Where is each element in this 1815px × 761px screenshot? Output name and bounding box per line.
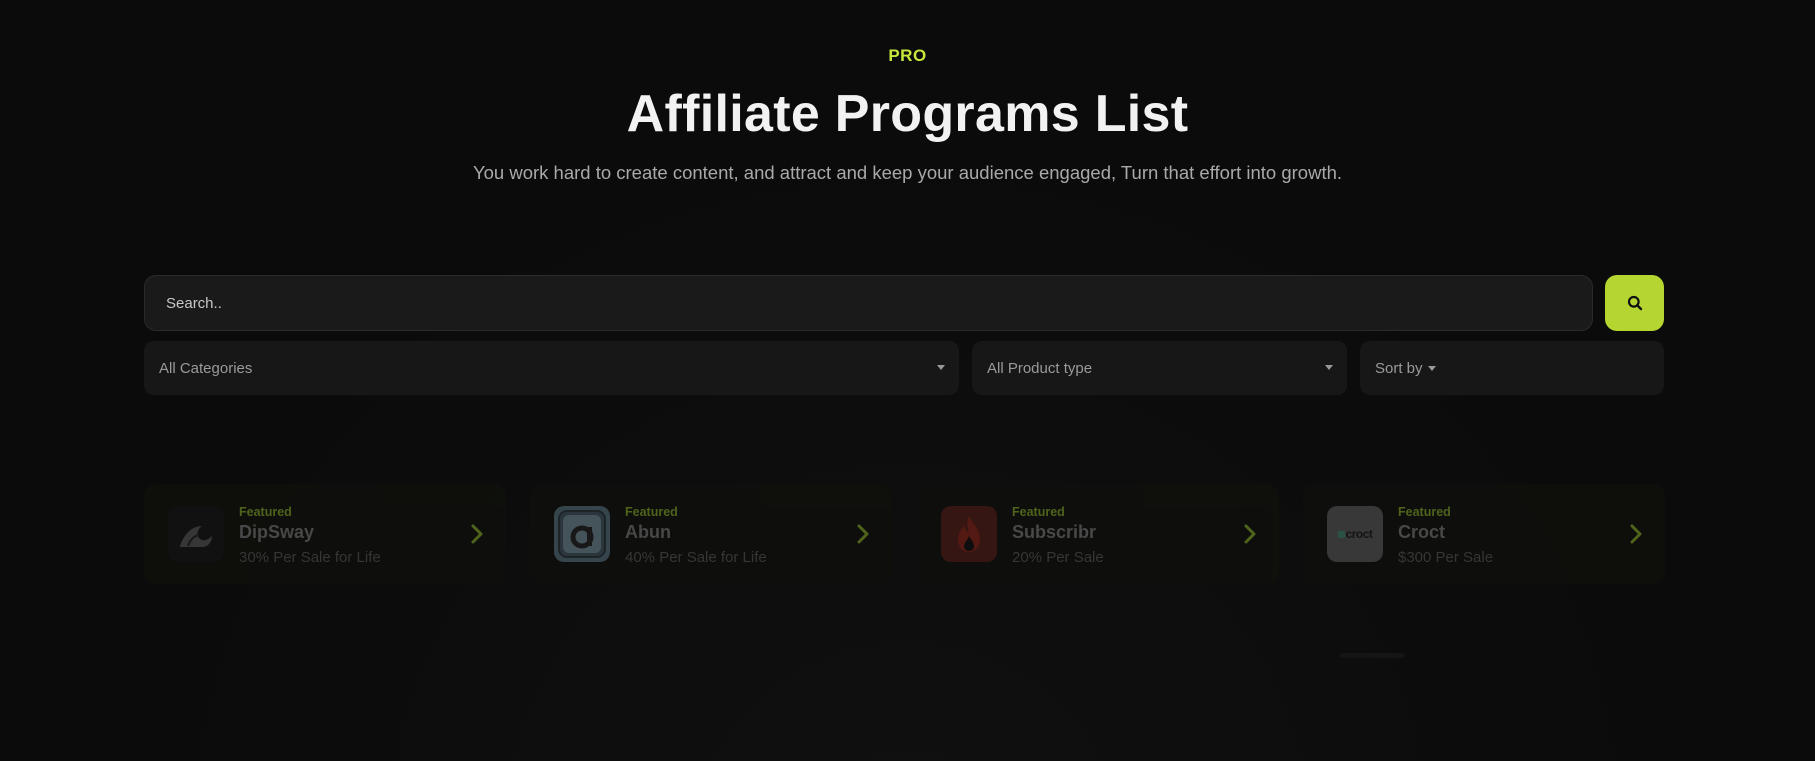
page-subtitle: You work hard to create content, and att… <box>472 162 1343 183</box>
program-commission: $300 Per Sale <box>1398 549 1494 566</box>
sort-by-select[interactable]: Sort by <box>1360 341 1664 395</box>
croct-logo-text: croct <box>1345 527 1373 541</box>
program-card-croct[interactable]: croct Featured Croct $300 Per Sale <box>1303 484 1665 584</box>
chevron-right-icon <box>1630 524 1642 544</box>
search-input[interactable] <box>144 275 1593 331</box>
letter-a-icon <box>554 506 610 562</box>
program-name: DipSway <box>239 522 315 542</box>
program-commission: 20% Per Sale <box>1012 549 1104 566</box>
product-type-select[interactable]: All Product type <box>972 341 1347 395</box>
chevron-right-icon <box>471 524 483 544</box>
categories-select[interactable]: All Categories <box>144 341 959 395</box>
page-title: Affiliate Programs List <box>626 85 1189 143</box>
program-card-dipsway[interactable]: Featured DipSway 30% Per Sale for Life <box>144 484 506 584</box>
caret-down-icon <box>1427 365 1436 371</box>
categories-select-label: All Categories <box>159 359 253 377</box>
caret-down-icon <box>937 365 945 370</box>
croct-mark-icon <box>1337 530 1345 538</box>
program-name: Croct <box>1398 522 1446 542</box>
featured-badge: Featured <box>1012 505 1065 519</box>
flame-icon <box>941 506 997 562</box>
wave-icon <box>168 506 224 562</box>
featured-badge: Featured <box>239 505 292 519</box>
program-commission: 30% Per Sale for Life <box>239 549 381 566</box>
program-card-subscribr[interactable]: Featured Subscribr 20% Per Sale <box>917 484 1279 584</box>
loading-placeholder <box>1340 653 1405 658</box>
eyebrow-label: PRO <box>888 46 927 65</box>
chevron-right-icon <box>1244 524 1256 544</box>
search-bar <box>144 275 1664 331</box>
filter-row: All Categories All Product type Sort by <box>144 341 1664 395</box>
program-cards: Featured DipSway 30% Per Sale for Life F… <box>144 484 1665 584</box>
chevron-right-icon <box>857 524 869 544</box>
caret-down-icon <box>1325 365 1333 370</box>
program-card-abun[interactable]: Featured Abun 40% Per Sale for Life <box>530 484 892 584</box>
featured-badge: Featured <box>625 505 678 519</box>
program-commission: 40% Per Sale for Life <box>625 549 767 566</box>
program-name: Abun <box>625 522 671 542</box>
search-button[interactable] <box>1605 275 1664 331</box>
croct-logo-icon: croct <box>1327 506 1383 562</box>
search-icon <box>1627 295 1642 311</box>
featured-badge: Featured <box>1398 505 1451 519</box>
program-name: Subscribr <box>1012 522 1097 542</box>
sort-by-label: Sort by <box>1375 359 1423 377</box>
product-type-select-label: All Product type <box>987 359 1093 377</box>
